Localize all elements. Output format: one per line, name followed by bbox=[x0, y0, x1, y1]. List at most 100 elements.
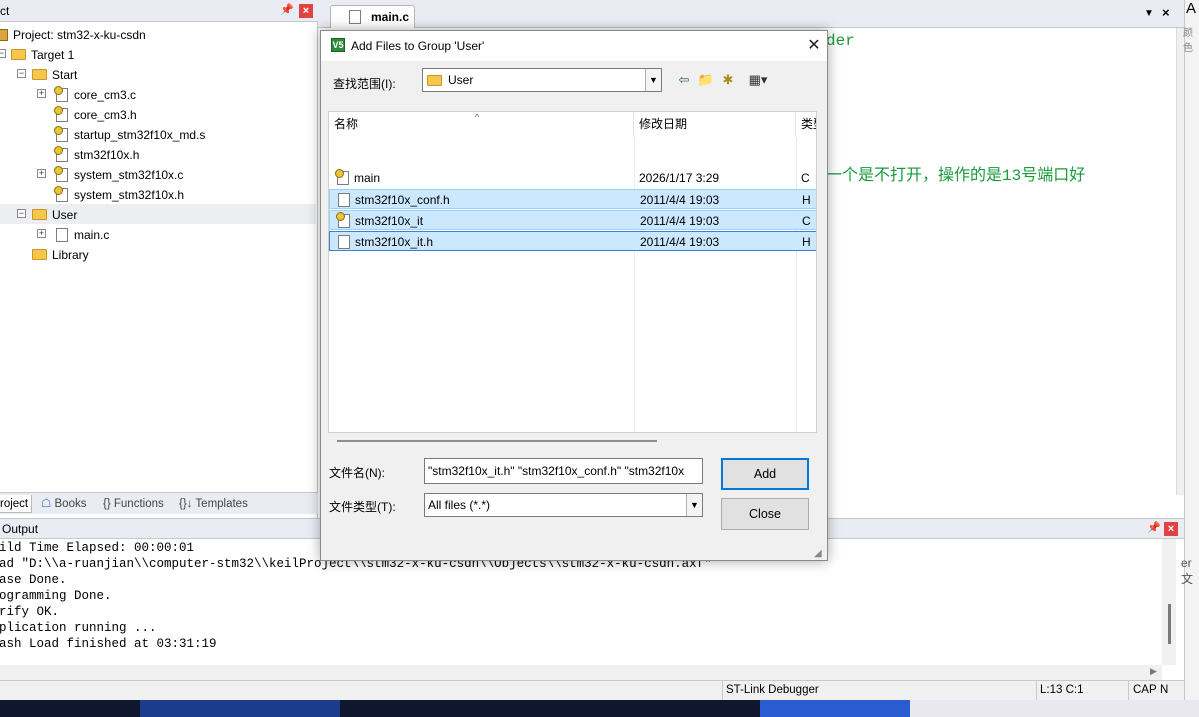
editor-scrollbar[interactable] bbox=[1176, 28, 1184, 495]
close-button[interactable]: Close bbox=[721, 498, 809, 530]
tree-item-main-c[interactable]: + main.c bbox=[0, 224, 109, 244]
h-file-icon bbox=[338, 193, 350, 207]
column-header-type[interactable]: 类型 bbox=[796, 112, 816, 137]
file-row-it-h[interactable]: stm32f10x_it.h 2011/4/4 19:03 H bbox=[329, 231, 816, 251]
collapse-icon[interactable]: − bbox=[17, 209, 26, 218]
target-icon bbox=[11, 49, 26, 61]
column-header-label: 名称 bbox=[334, 117, 359, 131]
tree-item-label: User bbox=[52, 207, 78, 222]
status-bar: ST-Link Debugger L:13 C:1 CAP N bbox=[0, 680, 1184, 701]
file-icon bbox=[54, 105, 68, 122]
look-in-label: 查找范围(I): bbox=[333, 77, 396, 91]
resize-grip-icon[interactable]: ◢ bbox=[814, 548, 826, 560]
scrollbar-thumb[interactable] bbox=[1168, 604, 1171, 644]
cursor-position: L:13 C:1 bbox=[1040, 684, 1084, 696]
output-line: Flash Load finished at 03:31:19 bbox=[0, 637, 217, 651]
file-row-conf-h[interactable]: stm32f10x_conf.h 2011/4/4 19:03 H bbox=[329, 189, 816, 209]
num-indicator: N bbox=[1160, 684, 1169, 696]
sort-arrow-icon: ^ bbox=[475, 112, 480, 122]
collapse-icon[interactable]: − bbox=[17, 69, 26, 78]
file-row-main[interactable]: main 2026/1/17 3:29 C bbox=[329, 168, 816, 188]
project-panel-tabs: roject ☖ Books {} Functions {}↓ Template… bbox=[0, 492, 318, 514]
expand-icon[interactable]: + bbox=[37, 229, 46, 238]
tree-item-target[interactable]: − Target 1 bbox=[0, 44, 74, 64]
file-type: C bbox=[802, 214, 811, 228]
tree-item-stm32f10x-h[interactable]: stm32f10x.h bbox=[0, 144, 139, 164]
pin-icon[interactable]: 📌 bbox=[1147, 522, 1161, 535]
collapse-icon[interactable]: − bbox=[0, 49, 6, 58]
tree-item-core-cm3-h[interactable]: core_cm3.h bbox=[0, 104, 137, 124]
tree-item-label: startup_stm32f10x_md.s bbox=[74, 127, 206, 142]
taskbar-area bbox=[910, 700, 1199, 717]
tree-item-label: Project: stm32-x-ku-csdn bbox=[13, 27, 146, 42]
debugger-status: ST-Link Debugger bbox=[726, 684, 819, 696]
tab-templates[interactable]: {}↓ Templates bbox=[176, 495, 251, 513]
tab-functions[interactable]: {} Functions bbox=[100, 495, 167, 513]
look-in-dropdown[interactable]: User ▼ bbox=[422, 68, 662, 92]
file-list-hscrollbar[interactable] bbox=[337, 440, 657, 442]
tree-item-system-h[interactable]: system_stm32f10x.h bbox=[0, 184, 184, 204]
scroll-right-icon[interactable]: ▶ bbox=[1150, 666, 1157, 677]
desktop-wallpaper-shape bbox=[140, 700, 340, 717]
add-button[interactable]: Add bbox=[721, 458, 809, 490]
close-icon[interactable]: × bbox=[299, 4, 313, 18]
output-title: Output bbox=[2, 522, 39, 536]
file-icon bbox=[54, 185, 68, 202]
tree-item-label: main.c bbox=[74, 227, 110, 242]
tree-item-project[interactable]: Project: stm32-x-ku-csdn bbox=[0, 24, 146, 44]
column-header-date[interactable]: 修改日期 bbox=[634, 112, 796, 137]
desktop-background bbox=[0, 700, 1199, 717]
pin-icon[interactable]: 📌 bbox=[280, 4, 294, 17]
tab-main-c[interactable]: main.c bbox=[330, 5, 415, 28]
column-header-name[interactable]: 名称 ^ bbox=[329, 112, 634, 137]
file-name: main bbox=[354, 171, 381, 185]
folder-icon bbox=[32, 209, 47, 221]
folder-icon bbox=[427, 75, 442, 86]
tab-books[interactable]: ☖ Books bbox=[38, 495, 89, 513]
file-row-it-c[interactable]: stm32f10x_it 2011/4/4 19:03 C bbox=[329, 210, 816, 230]
close-icon[interactable]: × bbox=[1162, 5, 1170, 20]
tree-item-library[interactable]: Library bbox=[0, 244, 89, 264]
filetype-select[interactable]: All files (*.*) ▼ bbox=[424, 493, 703, 517]
chevron-down-icon[interactable]: ▼ bbox=[686, 494, 702, 516]
view-menu-icon[interactable]: ▦▾ bbox=[743, 71, 773, 89]
tab-project[interactable]: roject bbox=[0, 495, 33, 513]
chevron-down-icon[interactable]: ▼ bbox=[1144, 8, 1154, 19]
back-icon[interactable]: ⇦ bbox=[675, 71, 693, 89]
project-panel-title: ct bbox=[0, 4, 10, 18]
h-file-icon bbox=[338, 235, 350, 249]
file-list[interactable]: 名称 ^ 修改日期 类型 main 2026/1/17 3:29 C stm32f… bbox=[328, 111, 817, 433]
filename-input[interactable]: "stm32f10x_it.h" "stm32f10x_conf.h" "stm… bbox=[424, 458, 703, 484]
chevron-down-icon[interactable]: ▼ bbox=[645, 69, 661, 91]
right-strip-midlabel: er文 bbox=[1181, 556, 1194, 586]
up-folder-icon[interactable]: 📁 bbox=[697, 71, 715, 89]
filename-label: 文件名(N): bbox=[329, 466, 385, 480]
tree-item-start[interactable]: − Start bbox=[0, 64, 77, 84]
project-panel-titlebar: ct 📌 × bbox=[0, 0, 318, 22]
output-line: Verify OK. bbox=[0, 605, 60, 619]
file-date: 2026/1/17 3:29 bbox=[639, 171, 720, 185]
tree-item-startup[interactable]: startup_stm32f10x_md.s bbox=[0, 124, 205, 144]
filetype-value: All files (*.*) bbox=[428, 498, 491, 512]
file-date: 2011/4/4 19:03 bbox=[640, 214, 720, 228]
tree-item-user[interactable]: − User bbox=[0, 204, 316, 224]
tree-item-label: Target 1 bbox=[31, 47, 75, 62]
tree-item-core-cm3-c[interactable]: + core_cm3.c bbox=[0, 84, 136, 104]
tree-item-label: core_cm3.c bbox=[74, 87, 137, 102]
tree-item-label: core_cm3.h bbox=[74, 107, 137, 122]
tree-item-label: system_stm32f10x.c bbox=[74, 167, 184, 182]
dialog-titlebar[interactable]: V5 Add Files to Group 'User' ✕ bbox=[321, 31, 827, 61]
output-horizontal-scrollbar[interactable]: ▶ bbox=[0, 665, 1162, 680]
new-folder-icon[interactable]: ✱ bbox=[719, 71, 737, 89]
keil-app-icon: V5 bbox=[331, 38, 345, 52]
tree-item-label: system_stm32f10x.h bbox=[74, 187, 185, 202]
expand-icon[interactable]: + bbox=[37, 169, 46, 178]
close-icon[interactable]: ✕ bbox=[805, 37, 823, 55]
output-vertical-scrollbar[interactable] bbox=[1162, 539, 1176, 665]
expand-icon[interactable]: + bbox=[37, 89, 46, 98]
tree-item-label: Library bbox=[52, 247, 89, 262]
dialog-title: Add Files to Group 'User' bbox=[351, 39, 485, 53]
tree-item-system-c[interactable]: + system_stm32f10x.c bbox=[0, 164, 183, 184]
file-icon bbox=[349, 10, 361, 24]
close-icon[interactable]: × bbox=[1164, 522, 1178, 536]
